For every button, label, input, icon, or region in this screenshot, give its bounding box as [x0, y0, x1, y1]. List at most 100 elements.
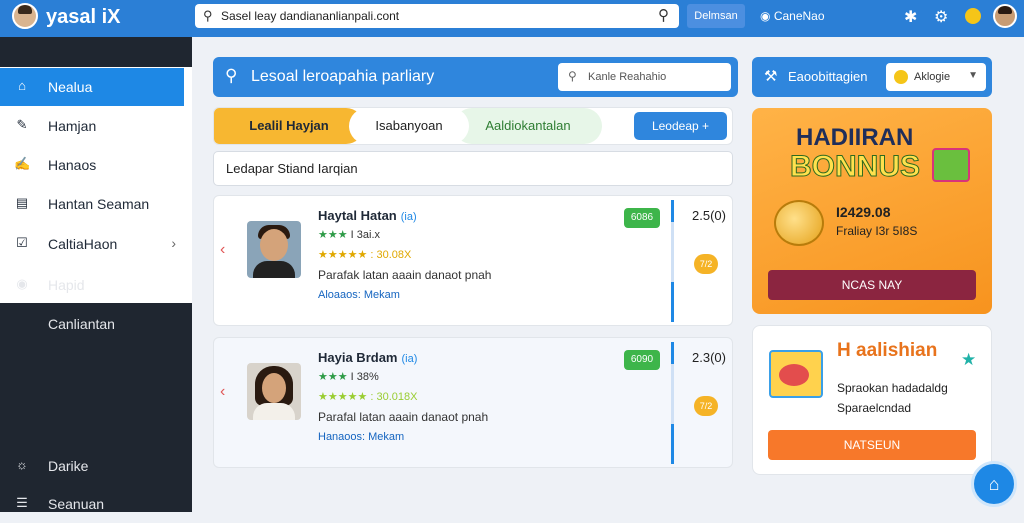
sidebar-item-hamjan[interactable]: ✎ Hamjan — [0, 107, 192, 145]
sidebar-item-label: Hamjan — [48, 118, 97, 134]
coin-icon[interactable] — [965, 8, 981, 24]
bonus-amount: I2429.08 — [836, 204, 891, 220]
search-icon: ⚲ — [225, 66, 238, 85]
star-icon: ★★★★★ — [318, 249, 368, 261]
select-value: Aklogie — [914, 71, 951, 83]
sidebar-item-label: Hantan Seaman — [48, 196, 150, 212]
settings-icon[interactable]: ✱ — [904, 7, 917, 27]
gold-coin-icon — [774, 200, 824, 246]
star-icon: ★★★ — [318, 229, 348, 241]
item-price: 2.3(0) — [692, 350, 726, 365]
star-icon: ★★★★★ — [318, 391, 368, 403]
item-meta[interactable]: Hanaoos: Mekam — [318, 431, 404, 443]
sidebar-item-label: CaltiaHaon — [48, 236, 118, 252]
sidebar-item-label: Hapid — [48, 277, 85, 293]
promo-description: Spraokan hadadaldg Sparaelcndad — [837, 378, 948, 418]
promo-desc-line2: Sparaelcndad — [837, 401, 912, 415]
sidebar-item-seanuan[interactable]: ☰ Seanuan — [0, 485, 192, 523]
promo-title: H aalishian — [837, 340, 938, 361]
bonus-title-line2: BONNUS — [789, 150, 921, 184]
top-bar: yasal iX ⚲ Sasel leay dandiananlianpali.… — [0, 0, 1024, 37]
item-name: Hayia Brdam (ia) — [318, 350, 418, 365]
coin-badge[interactable]: 7/2 — [694, 254, 718, 274]
sidebar-item-label: Hanaos — [48, 157, 97, 173]
gift-box-icon — [769, 350, 823, 398]
sidebar-item-hapid[interactable]: ◉ Hapid — [0, 266, 192, 304]
list-item[interactable]: ‹ Hayia Brdam (ia) ★★★ I 38% ★★★★★ : 30.0… — [213, 337, 733, 468]
main-search-placeholder: Kanle Reahahio — [588, 71, 667, 83]
search-icon: ⚲ — [568, 69, 577, 83]
coin-icon — [894, 70, 908, 84]
avatar — [247, 363, 301, 420]
home-fab-button[interactable]: ⌂ — [971, 461, 1017, 507]
status-badge: 6090 — [624, 350, 660, 370]
global-search[interactable]: ⚲ Sasel leay dandiananlianpali.cont ⚲ — [195, 4, 679, 28]
bonus-claim-button[interactable]: NCAS NAY — [768, 270, 976, 300]
sub-search-field[interactable]: Ledapar Stiand Iarqian — [213, 151, 733, 186]
sidebar-item-label: Darike — [48, 458, 89, 474]
tab-aaldiokantalan[interactable]: Aaldiokantalan — [454, 108, 602, 144]
tab-action-label: Leodeap — [651, 119, 699, 133]
sidebar-item-label: Canliantan — [48, 316, 115, 332]
chevron-left-icon[interactable]: ‹ — [220, 383, 225, 401]
edit-icon: ✎ — [16, 117, 28, 132]
divider — [671, 200, 674, 322]
globe-icon: ◉ — [16, 276, 28, 291]
item-description: Parafak latan aaain danaot pnah — [318, 268, 492, 282]
sidebar-item-canliantan[interactable]: Canliantan — [0, 305, 192, 343]
item-tag: (ia) — [401, 353, 418, 365]
sidebar-item-label: Seanuan — [48, 496, 105, 512]
item-tag: (ia) — [400, 211, 417, 223]
right-title: Eaoobittagien — [788, 69, 868, 84]
filter-tabs: Lealil Hayjan Aaldiokantalan Isabanyoan … — [213, 107, 733, 145]
sidebar-item-nealua[interactable]: ⌂ Nealua — [0, 68, 184, 106]
checkbox-icon: ☑ — [16, 235, 28, 250]
promo-desc-line1: Spraokan hadadaldg — [837, 381, 948, 395]
bonus-card: HADIIRAN BONNUS I2429.08 Fraliay I3r 5I8… — [752, 108, 992, 314]
sidebar: ⌂ Nealua ✎ Hamjan ✍ Hanaos ▤ Hantan Seam… — [0, 37, 192, 512]
right-select[interactable]: Aklogie ▼ — [886, 63, 986, 91]
list-item[interactable]: ‹ Haytal Hatan (ia) ★★★ I 3ai.x ★★★★★ : 3… — [213, 195, 733, 326]
search-icon: ⚲ — [203, 8, 213, 23]
gift-icon — [932, 148, 970, 182]
right-header: ⚒ Eaoobittagien Aklogie ▼ — [752, 57, 992, 97]
wrench-icon: ⚒ — [764, 68, 778, 85]
sidebar-item-hanaos[interactable]: ✍ Hanaos — [0, 146, 192, 184]
sidebar-item-hantan-seaman[interactable]: ▤ Hantan Seaman — [0, 185, 192, 223]
item-rating-b: ★★★★★ : 30.018X — [318, 391, 418, 403]
sidebar-item-darike[interactable]: ☼ Darike — [0, 447, 192, 485]
global-search-input[interactable]: Sasel leay dandiananlianpali.cont — [221, 9, 399, 23]
star-icon: ★★★ — [318, 371, 348, 383]
sidebar-item-label: Nealua — [48, 79, 93, 95]
item-rating-a: ★★★ I 38% — [318, 371, 379, 383]
bulb-icon: ☼ — [16, 457, 28, 472]
profile-avatar[interactable] — [993, 4, 1017, 28]
status-badge: 6086 — [624, 208, 660, 228]
chevron-left-icon[interactable]: ‹ — [220, 241, 225, 259]
user-avatar[interactable] — [12, 3, 38, 29]
promo-button[interactable]: NATSEUN — [768, 430, 976, 460]
tab-action-button[interactable]: Leodeap + — [634, 112, 727, 140]
divider — [671, 342, 674, 464]
chevron-down-icon: ▼ — [968, 70, 978, 81]
coin-badge[interactable]: 7/2 — [694, 396, 718, 416]
bonus-amount-sub: Fraliay I3r 5I8S — [836, 224, 918, 238]
item-name: Haytal Hatan (ia) — [318, 208, 417, 223]
plus-icon: + — [702, 119, 710, 133]
main-header: ⚲ Lesoal leroapahia parliary ⚲ Kanle Rea… — [213, 57, 738, 97]
shopping-icon[interactable]: ⚙ — [934, 7, 948, 27]
item-meta[interactable]: Aloaaos: Mekam — [318, 289, 400, 301]
item-description: Parafal latan aaain danaot pnah — [318, 410, 489, 424]
home-icon: ⌂ — [988, 474, 1000, 494]
top-nav-link[interactable]: ◉ CaneNao — [760, 9, 825, 23]
chevron-right-icon: › — [171, 235, 176, 251]
tab-isabanyoan[interactable]: Isabanyoan — [349, 108, 469, 144]
top-action-button[interactable]: Delmsan — [687, 4, 745, 28]
tab-lealil-hayjan[interactable]: Lealil Hayjan — [214, 108, 364, 144]
main-search-input[interactable]: ⚲ Kanle Reahahio — [558, 63, 731, 91]
brand-logo[interactable]: yasal iX — [46, 6, 121, 29]
search-submit-icon[interactable]: ⚲ — [658, 6, 669, 24]
pencil-icon: ✍ — [14, 156, 31, 171]
sidebar-item-caltiahaon[interactable]: ☑ CaltiaHaon › — [0, 225, 192, 263]
main-title: Lesoal leroapahia parliary — [251, 68, 435, 85]
